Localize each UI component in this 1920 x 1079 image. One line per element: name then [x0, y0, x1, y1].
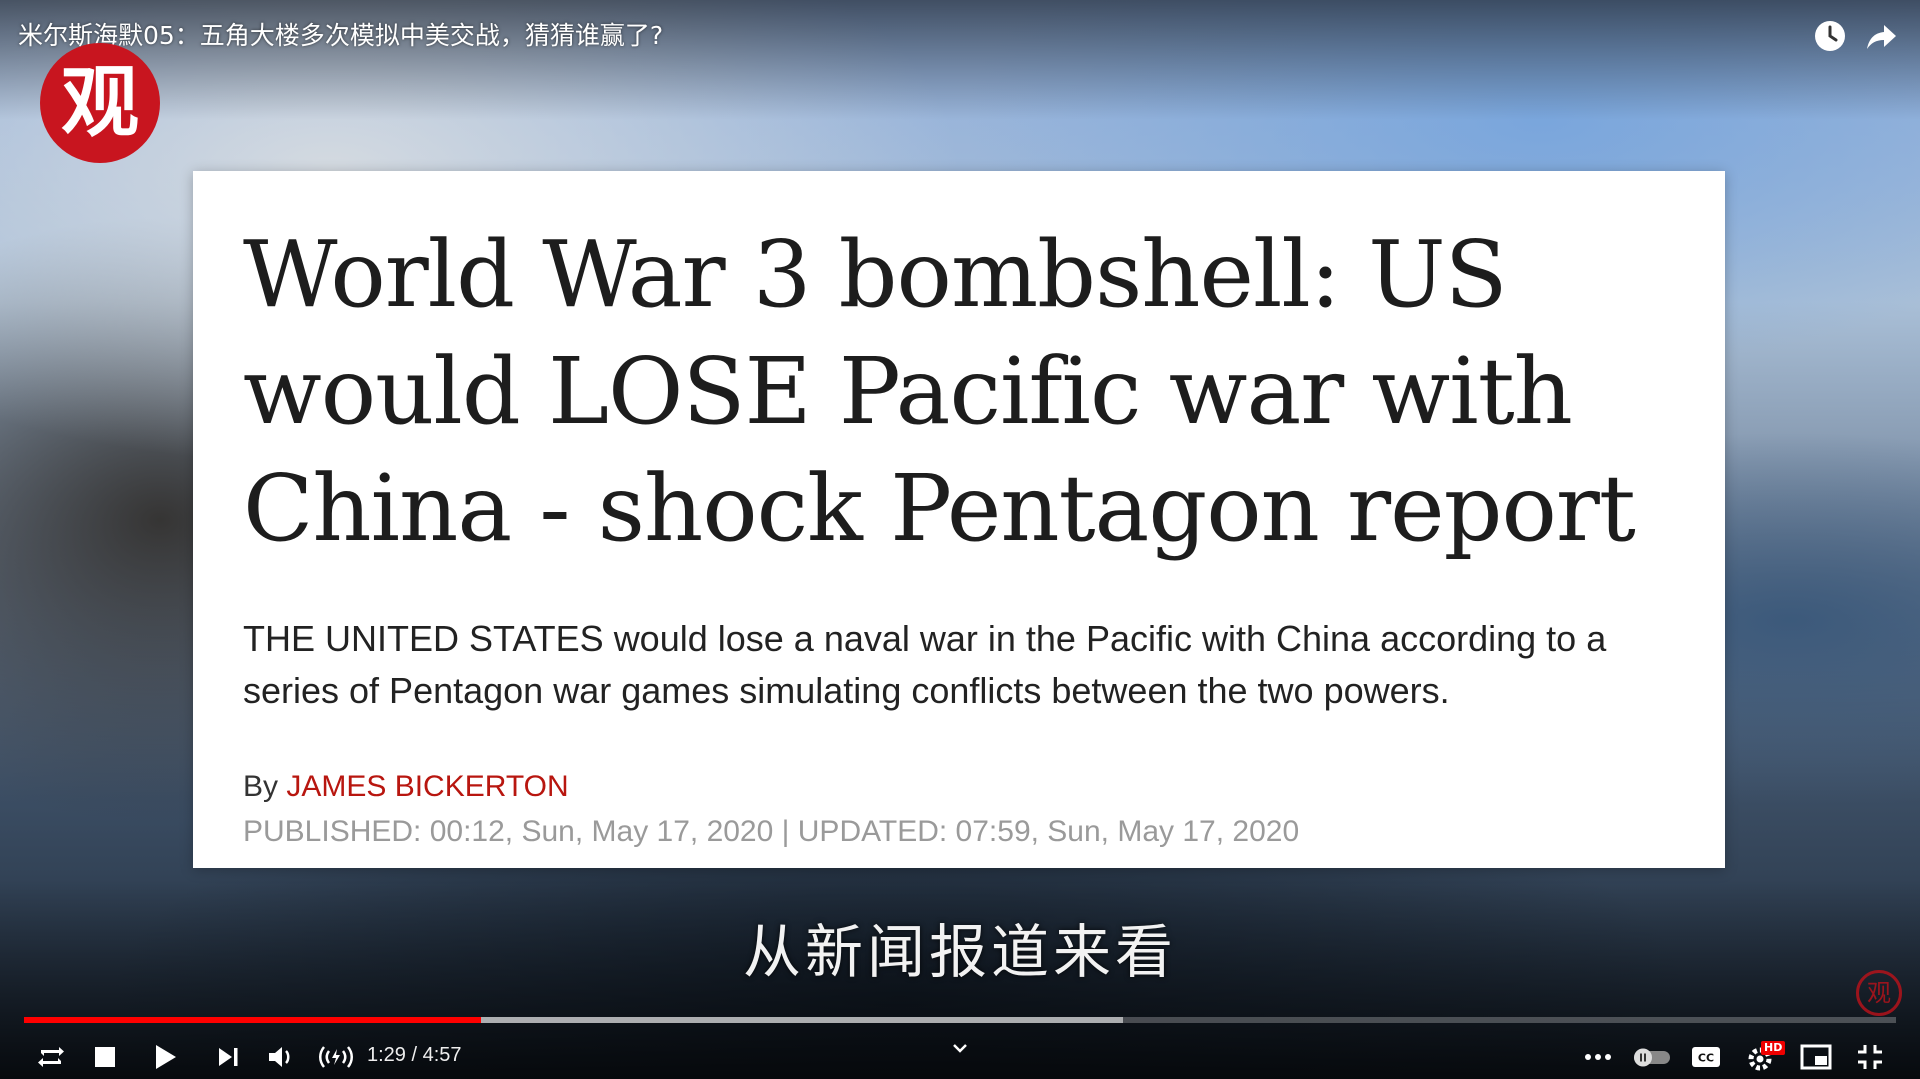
- video-player[interactable]: 米尔斯海默05：五角大楼多次模拟中美交战，猜猜谁赢了? 观 World War …: [0, 0, 1920, 1079]
- exit-fullscreen-icon[interactable]: [1848, 1035, 1892, 1079]
- svg-text:CC: CC: [1698, 1052, 1714, 1065]
- channel-logo[interactable]: 观: [40, 43, 160, 163]
- miniplayer-icon[interactable]: [1794, 1035, 1838, 1079]
- article-byline: By JAMES BICKERTON: [243, 770, 569, 804]
- byline-prefix: By: [243, 770, 287, 803]
- article-card: World War 3 bombshell: US would LOSE Pac…: [193, 171, 1725, 868]
- share-icon[interactable]: [1862, 16, 1902, 56]
- clock-icon[interactable]: [1810, 16, 1850, 56]
- article-dates: PUBLISHED: 00:12, Sun, May 17, 2020 | UP…: [243, 815, 1300, 848]
- wireless-icon[interactable]: [314, 1035, 358, 1079]
- stop-icon[interactable]: [83, 1035, 127, 1079]
- top-gradient: [0, 0, 1920, 120]
- autoplay-toggle[interactable]: [1630, 1035, 1674, 1079]
- channel-watermark: 观: [1856, 970, 1902, 1016]
- progress-played: [24, 1017, 481, 1023]
- play-icon[interactable]: [143, 1035, 187, 1079]
- next-icon[interactable]: [206, 1035, 250, 1079]
- current-time: 1:29: [367, 1044, 406, 1066]
- hd-badge: HD: [1761, 1041, 1786, 1055]
- volume-icon[interactable]: [259, 1035, 303, 1079]
- time-separator: /: [405, 1044, 423, 1066]
- chevron-down-icon[interactable]: [948, 1036, 972, 1060]
- video-subtitle: 从新闻报道来看: [742, 918, 1177, 986]
- captions-icon[interactable]: CC: [1684, 1035, 1728, 1079]
- article-summary: THE UNITED STATES would lose a naval war…: [243, 618, 1607, 711]
- time-display: 1:29 / 4:57: [367, 1040, 462, 1070]
- loop-icon[interactable]: [29, 1035, 73, 1079]
- duration: 4:57: [422, 1044, 462, 1066]
- article-headline: World War 3 bombshell: US would LOSE Pac…: [243, 221, 1636, 562]
- article-author: JAMES BICKERTON: [286, 770, 569, 803]
- progress-bar[interactable]: [24, 1017, 1896, 1023]
- more-icon[interactable]: [1576, 1035, 1620, 1079]
